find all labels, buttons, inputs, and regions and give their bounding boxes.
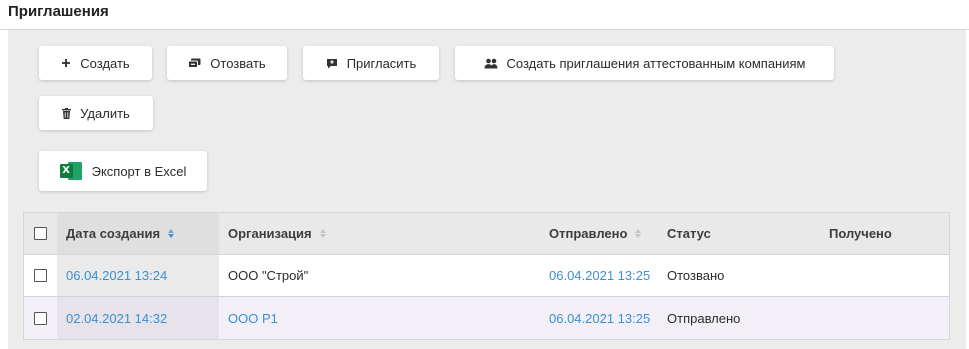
revoke-icon <box>188 58 201 69</box>
status-cell: Отозвано <box>665 255 827 296</box>
row-checkbox[interactable] <box>34 311 47 325</box>
revoke-button[interactable]: Отозвать <box>167 46 287 80</box>
row-select-cell <box>24 297 57 339</box>
column-header-created-label: Дата создания <box>66 226 161 241</box>
excel-icon: X <box>59 161 82 181</box>
export-excel-button[interactable]: X Экспорт в Excel <box>39 151 207 191</box>
organization-name: ООО "Строй" <box>228 268 309 283</box>
page-header: Приглашения <box>0 0 969 30</box>
sent-cell[interactable]: 06.04.2021 13:25 <box>539 255 665 296</box>
sent-date-link[interactable]: 06.04.2021 13:25 <box>549 311 650 326</box>
sort-icon <box>635 229 642 238</box>
table-row[interactable]: 02.04.2021 14:32 ООО Р1 06.04.2021 13:25… <box>24 297 949 339</box>
status-cell: Отправлено <box>665 297 827 339</box>
revoke-button-label: Отозвать <box>210 55 266 71</box>
invite-icon <box>326 58 338 69</box>
invite-certified-button[interactable]: Создать приглашения аттестованным компан… <box>455 46 834 80</box>
column-header-status: Статус <box>665 213 827 254</box>
table-row[interactable]: 06.04.2021 13:24 ООО "Строй" 06.04.2021 … <box>24 255 949 297</box>
column-header-received: Получено <box>827 213 949 254</box>
created-date-link[interactable]: 06.04.2021 13:24 <box>66 268 167 283</box>
trash-icon <box>62 107 72 119</box>
invitations-table: Дата создания Организация Отправлено Ста… <box>23 212 950 340</box>
status-text: Отозвано <box>667 268 725 283</box>
invite-button-label: Пригласить <box>346 55 417 71</box>
sort-icon <box>319 229 326 238</box>
plus-icon <box>61 58 71 68</box>
sort-desc-icon <box>168 229 175 238</box>
column-header-organization-label: Организация <box>228 226 312 241</box>
column-header-status-label: Статус <box>667 226 711 241</box>
created-cell[interactable]: 06.04.2021 13:24 <box>57 255 219 296</box>
organization-cell: ООО "Строй" <box>219 255 539 296</box>
organization-link[interactable]: ООО Р1 <box>228 311 278 326</box>
column-header-created[interactable]: Дата создания <box>57 213 219 254</box>
delete-button[interactable]: Удалить <box>39 96 153 130</box>
received-cell <box>827 255 949 296</box>
column-header-sent-label: Отправлено <box>549 226 628 241</box>
invite-button[interactable]: Пригласить <box>303 46 439 80</box>
export-excel-button-label: Экспорт в Excel <box>91 163 187 179</box>
create-button[interactable]: Создать <box>39 46 152 80</box>
column-header-received-label: Получено <box>829 226 892 241</box>
select-all-checkbox[interactable] <box>34 227 47 240</box>
column-header-organization[interactable]: Организация <box>219 213 539 254</box>
created-date-link[interactable]: 02.04.2021 14:32 <box>66 311 167 326</box>
select-all-cell <box>24 213 57 254</box>
users-icon <box>484 58 498 69</box>
sent-date-link[interactable]: 06.04.2021 13:25 <box>549 268 650 283</box>
received-cell <box>827 297 949 339</box>
create-button-label: Создать <box>80 55 130 71</box>
created-cell[interactable]: 02.04.2021 14:32 <box>57 297 219 339</box>
status-text: Отправлено <box>667 310 741 326</box>
column-header-sent[interactable]: Отправлено <box>539 213 665 254</box>
organization-cell[interactable]: ООО Р1 <box>219 297 539 339</box>
row-select-cell <box>24 255 57 296</box>
delete-button-label: Удалить <box>80 105 130 121</box>
invite-certified-button-label: Создать приглашения аттестованным компан… <box>506 55 806 71</box>
row-checkbox[interactable] <box>34 269 47 282</box>
table-header-row: Дата создания Организация Отправлено Ста… <box>24 213 949 255</box>
page-title: Приглашения <box>8 3 109 20</box>
sent-cell[interactable]: 06.04.2021 13:25 <box>539 297 665 339</box>
